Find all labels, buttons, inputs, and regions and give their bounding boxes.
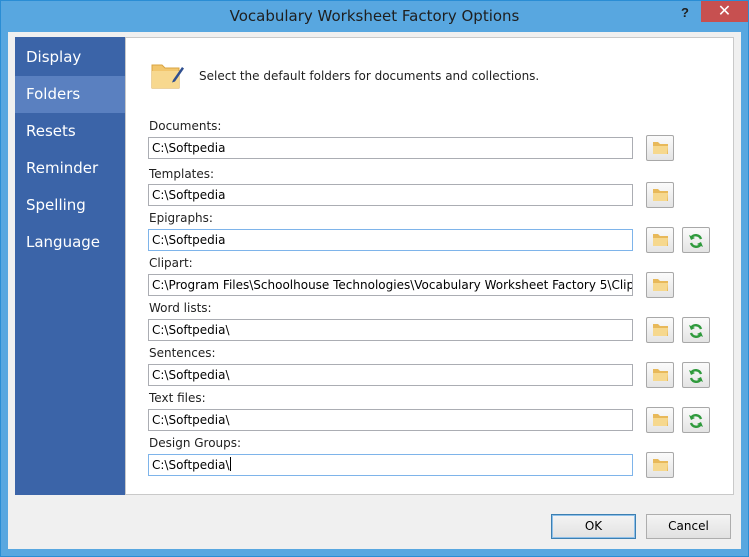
sentences-path-input[interactable]: C:\Softpedia\ bbox=[148, 364, 633, 386]
folders-panel: Select the default folders for documents… bbox=[125, 37, 734, 495]
text-files-path-input[interactable]: C:\Softpedia\ bbox=[148, 409, 633, 431]
clipart-label: Clipart: bbox=[149, 256, 193, 270]
folder-open-icon bbox=[653, 369, 668, 381]
sidebar-item-reminder[interactable]: Reminder bbox=[15, 150, 125, 187]
close-button[interactable]: ✕ bbox=[701, 1, 748, 22]
button-bar: OK Cancel bbox=[8, 495, 741, 549]
clipart-path-input[interactable]: C:\Program Files\Schoolhouse Technologie… bbox=[148, 274, 633, 296]
intro-text: Select the default folders for documents… bbox=[199, 69, 540, 83]
word-lists-label: Word lists: bbox=[149, 301, 212, 315]
text-caret bbox=[229, 457, 231, 471]
folder-open-icon bbox=[653, 189, 668, 201]
title-bar[interactable]: Vocabulary Worksheet Factory Options ? ✕ bbox=[1, 1, 748, 32]
templates-browse-button[interactable] bbox=[646, 182, 674, 208]
folder-open-icon bbox=[653, 324, 668, 336]
refresh-icon bbox=[689, 369, 703, 383]
sidebar-item-folders[interactable]: Folders bbox=[15, 76, 125, 113]
clipart-browse-button[interactable] bbox=[646, 272, 674, 298]
cancel-button[interactable]: Cancel bbox=[646, 514, 731, 539]
documents-path-input[interactable]: C:\Softpedia bbox=[148, 137, 633, 159]
sentences-label: Sentences: bbox=[149, 346, 216, 360]
epigraphs-path-input[interactable]: C:\Softpedia bbox=[148, 229, 633, 251]
refresh-icon bbox=[689, 414, 703, 428]
word-lists-path-input[interactable]: C:\Softpedia\ bbox=[148, 319, 633, 341]
design-groups-path-input[interactable]: C:\Softpedia\ bbox=[148, 454, 633, 476]
folder-open-icon bbox=[653, 414, 668, 426]
help-button[interactable]: ? bbox=[668, 3, 702, 23]
epigraphs-reset-button[interactable] bbox=[682, 227, 710, 253]
design-groups-browse-button[interactable] bbox=[646, 452, 674, 478]
epigraphs-browse-button[interactable] bbox=[646, 227, 674, 253]
window-title: Vocabulary Worksheet Factory Options bbox=[229, 7, 520, 25]
folder-edit-icon bbox=[151, 60, 185, 90]
sidebar-item-language[interactable]: Language bbox=[15, 224, 125, 261]
epigraphs-label: Epigraphs: bbox=[149, 211, 213, 225]
text-files-browse-button[interactable] bbox=[646, 407, 674, 433]
sentences-reset-button[interactable] bbox=[682, 362, 710, 388]
refresh-icon bbox=[689, 324, 703, 338]
sidebar-item-display[interactable]: Display bbox=[15, 39, 125, 76]
word-lists-reset-button[interactable] bbox=[682, 317, 710, 343]
folder-open-icon bbox=[653, 459, 668, 471]
sentences-browse-button[interactable] bbox=[646, 362, 674, 388]
folder-open-icon bbox=[653, 234, 668, 246]
text-files-reset-button[interactable] bbox=[682, 407, 710, 433]
templates-path-input[interactable]: C:\Softpedia bbox=[148, 184, 633, 206]
folder-open-icon bbox=[653, 279, 668, 291]
ok-button[interactable]: OK bbox=[551, 514, 636, 539]
design-groups-label: Design Groups: bbox=[149, 436, 242, 450]
options-window: Vocabulary Worksheet Factory Options ? ✕… bbox=[0, 0, 749, 557]
templates-label: Templates: bbox=[149, 167, 215, 181]
design-groups-path-text: C:\Softpedia\ bbox=[152, 458, 230, 472]
documents-label: Documents: bbox=[149, 119, 222, 133]
word-lists-browse-button[interactable] bbox=[646, 317, 674, 343]
dialog-client: Display Folders Resets Reminder Spelling… bbox=[8, 32, 741, 549]
sidebar-item-spelling[interactable]: Spelling bbox=[15, 187, 125, 224]
text-files-label: Text files: bbox=[149, 391, 206, 405]
refresh-icon bbox=[689, 234, 703, 248]
folder-open-icon bbox=[653, 142, 668, 154]
sidebar-item-resets[interactable]: Resets bbox=[15, 113, 125, 150]
documents-browse-button[interactable] bbox=[646, 135, 674, 161]
sidebar: Display Folders Resets Reminder Spelling… bbox=[15, 37, 125, 495]
